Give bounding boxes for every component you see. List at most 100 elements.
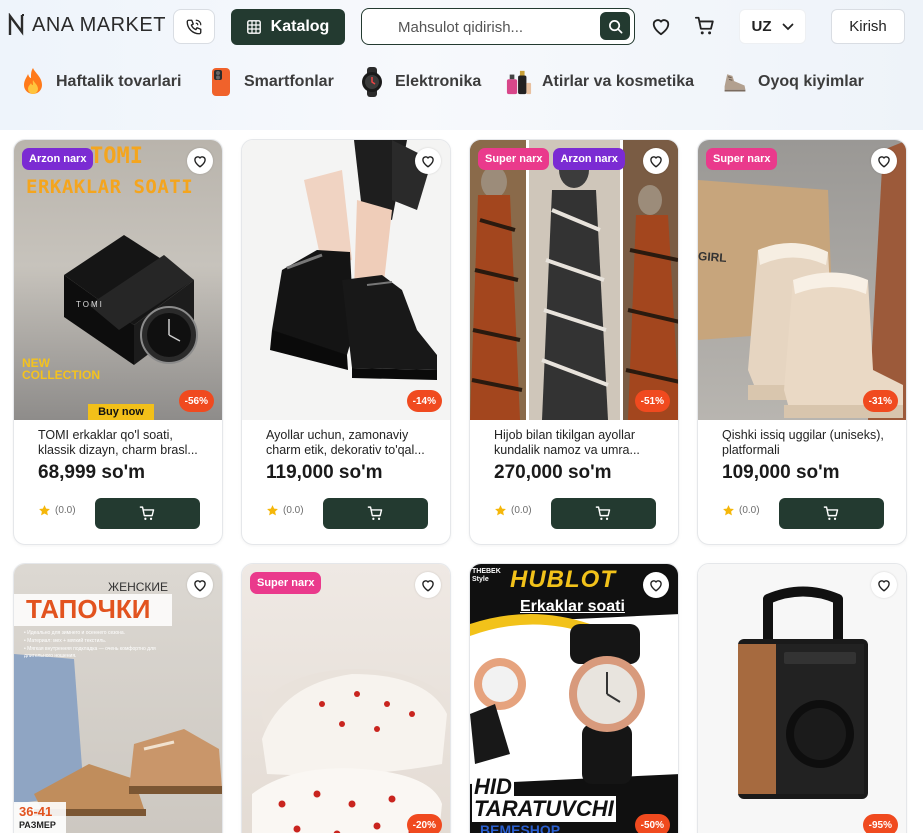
product-card[interactable]: TOMI ERKAKLAR SOATI TOMI NEW COLLECTION …	[13, 139, 223, 545]
product-card[interactable]: THEBEK Style HUBLOT Erkaklar soati HID T…	[469, 563, 679, 833]
product-title[interactable]: Hijob bilan tikilgan ayollar kundalik na…	[494, 428, 664, 458]
product-image[interactable]	[242, 140, 450, 420]
product-card[interactable]: GIRL Super narx -31% Qishki issiq uggila…	[697, 139, 907, 545]
product-card[interactable]: Super narx Arzon narx -51% Hijob bilan t…	[469, 139, 679, 545]
phone-button[interactable]	[173, 9, 215, 44]
category-item-haftalik[interactable]: Haftalik tovarlari	[20, 64, 181, 100]
corner-brand: THEBEK Style	[472, 568, 501, 583]
boots-illustration	[270, 140, 437, 380]
search-bar	[361, 8, 635, 45]
product-title[interactable]: Ayollar uchun, zamonaviy charm etik, dek…	[266, 428, 436, 458]
product-image[interactable]: GIRL	[698, 140, 906, 420]
badge-group: Arzon narx	[22, 148, 94, 170]
language-selector[interactable]: UZ	[739, 9, 806, 44]
favorites-button[interactable]	[650, 16, 672, 41]
product-title[interactable]: TOMI erkaklar qo'l soati, klassik dizayn…	[38, 428, 208, 458]
search-button[interactable]	[600, 12, 630, 40]
product-image[interactable]	[698, 564, 906, 833]
promo-bullet: • Материал: мех + мягкий текстиль.	[24, 638, 107, 644]
discount-badge: -95%	[862, 814, 898, 833]
katalog-label: Katalog	[270, 18, 330, 35]
search-icon	[608, 19, 622, 33]
product-rating: (0.0)	[38, 504, 76, 517]
product-image[interactable]: TOMI ERKAKLAR SOATI TOMI NEW COLLECTION …	[14, 140, 222, 420]
cart-icon	[823, 506, 839, 520]
heart-icon	[422, 156, 434, 168]
discount-badge: -31%	[862, 390, 898, 412]
category-item-smartfonlar[interactable]: Smartfonlar	[208, 64, 334, 100]
category-item-atirlar[interactable]: Atirlar va kosmetika	[506, 64, 694, 100]
top-bar: ANA MARKET Katalog Mahsulot qidirish... …	[0, 0, 923, 56]
star-icon	[267, 505, 278, 516]
bag-print: GIRL	[698, 249, 728, 265]
badge-group: Super narx Arzon narx	[478, 148, 625, 170]
favorite-button[interactable]	[643, 148, 669, 174]
category-label: Smartfonlar	[244, 73, 334, 90]
product-image[interactable]: THEBEK Style HUBLOT Erkaklar soati HID T…	[470, 564, 678, 833]
category-label: Haftalik tovarlari	[56, 73, 182, 90]
discount-badge: -50%	[634, 814, 670, 833]
badge-label: Super narx	[250, 572, 322, 594]
shoe-icon	[722, 67, 748, 97]
promo-big: ТАПОЧКИ	[26, 594, 151, 624]
promo-bullet: • Мягкая внутренняя подкладка — очень ко…	[24, 646, 156, 659]
heart-icon	[194, 580, 206, 592]
language-label: UZ	[751, 18, 772, 35]
fire-icon	[20, 67, 46, 97]
cart-icon	[595, 506, 611, 520]
favorite-button[interactable]	[415, 148, 441, 174]
badge-label: Arzon narx	[22, 148, 94, 170]
badge-group: Super narx	[250, 572, 322, 594]
heart-icon	[422, 580, 434, 592]
dress-collage-illustration	[470, 140, 678, 420]
product-card[interactable]: Super narx -20%	[241, 563, 451, 833]
category-item-oyoq-kiyimlar[interactable]: Oyoq kiyimlar	[722, 64, 864, 100]
add-to-cart-button[interactable]	[323, 498, 428, 529]
star-icon	[495, 505, 506, 516]
favorite-button[interactable]	[871, 148, 897, 174]
login-label: Kirish	[849, 18, 887, 35]
katalog-button[interactable]: Katalog	[231, 9, 345, 45]
favorite-button[interactable]	[871, 572, 897, 598]
category-item-elektronika[interactable]: Elektronika	[359, 64, 481, 100]
speaker-illustration	[738, 586, 868, 799]
add-to-cart-button[interactable]	[95, 498, 200, 529]
heart-icon	[194, 156, 206, 168]
buy-now-tag: Buy now	[88, 404, 154, 420]
product-card[interactable]: ЖЕНСКИЕ ТАПОЧКИ • Идеально для зимнего и…	[13, 563, 223, 833]
add-to-cart-button[interactable]	[551, 498, 656, 529]
badge-label: Arzon narx	[553, 148, 625, 170]
favorite-button[interactable]	[415, 572, 441, 598]
product-price: 68,999 so'm	[38, 462, 145, 483]
discount-badge: -56%	[178, 390, 214, 412]
smartwatch-icon	[359, 67, 385, 97]
favorite-button[interactable]	[187, 148, 213, 174]
search-input[interactable]	[376, 16, 596, 38]
heart-icon	[650, 580, 662, 592]
promo-top: ЖЕНСКИЕ	[108, 580, 169, 594]
favorite-button[interactable]	[643, 572, 669, 598]
product-image[interactable]	[470, 140, 678, 420]
category-label: Elektronika	[395, 73, 482, 90]
promo-brand: HUBLOT	[510, 566, 616, 593]
product-image[interactable]: ЖЕНСКИЕ ТАПОЧКИ • Идеально для зимнего и…	[14, 564, 222, 833]
discount-badge: -51%	[634, 390, 670, 412]
logo-text: ANA MARKET	[32, 13, 166, 36]
uggs-illustration	[698, 140, 906, 420]
product-image[interactable]	[242, 564, 450, 833]
product-card[interactable]: -95%	[697, 563, 907, 833]
category-nav: Haftalik tovarlari Smartfonlar Elektroni…	[0, 64, 923, 100]
favorite-button[interactable]	[187, 572, 213, 598]
star-icon	[39, 505, 50, 516]
logo[interactable]: ANA MARKET	[8, 13, 166, 37]
login-button[interactable]: Kirish	[831, 9, 905, 44]
cart-button[interactable]	[694, 15, 716, 42]
size-range: 36-41	[19, 804, 53, 819]
add-to-cart-button[interactable]	[779, 498, 884, 529]
grid-icon	[246, 20, 261, 34]
product-title[interactable]: Qishki issiq uggilar (uniseks), platform…	[722, 428, 892, 458]
promo-title: TOMI	[90, 144, 143, 169]
rating-value: (0.0)	[739, 505, 760, 516]
product-card[interactable]: -14% Ayollar uchun, zamonaviy charm etik…	[241, 139, 451, 545]
perfume-icon	[506, 67, 532, 97]
